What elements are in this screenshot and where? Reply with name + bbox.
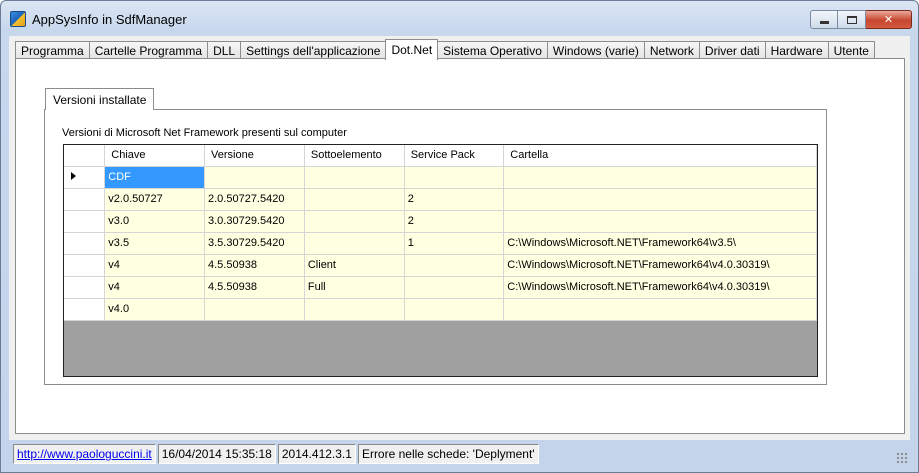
resize-grip-icon[interactable] bbox=[896, 452, 908, 464]
header-row: Chiave Versione Sottoelemento Service Pa… bbox=[64, 145, 817, 167]
corner-header[interactable] bbox=[64, 145, 106, 167]
cell-sottoelemento[interactable]: Client bbox=[304, 254, 405, 277]
cell-versione[interactable] bbox=[204, 298, 305, 321]
row-header[interactable] bbox=[64, 188, 106, 211]
cell-service-pack[interactable]: 2 bbox=[404, 188, 505, 211]
row-header[interactable] bbox=[64, 298, 106, 321]
cell-sottoelemento[interactable] bbox=[304, 232, 405, 255]
cell-service-pack[interactable]: 1 bbox=[404, 232, 505, 255]
cell-chiave[interactable]: v2.0.50727 bbox=[104, 188, 205, 211]
cell-service-pack[interactable] bbox=[404, 254, 505, 277]
column-header-versione[interactable]: Versione bbox=[204, 145, 305, 167]
tab-hardware[interactable]: Hardware bbox=[764, 41, 829, 59]
tab-cartelle-programma[interactable]: Cartelle Programma bbox=[88, 41, 209, 59]
status-website-link[interactable]: http://www.paologuccini.it bbox=[13, 444, 156, 464]
current-row-icon bbox=[71, 172, 76, 180]
tab-dll[interactable]: DLL bbox=[207, 41, 242, 59]
table-row[interactable]: v2.0.50727 2.0.50727.5420 2 bbox=[64, 188, 817, 211]
cell-service-pack[interactable] bbox=[404, 166, 505, 189]
window-title: AppSysInfo in SdfManager bbox=[32, 12, 187, 27]
row-header[interactable] bbox=[64, 210, 106, 233]
table-row[interactable]: v3.0 3.0.30729.5420 2 bbox=[64, 210, 817, 233]
table-row[interactable]: v4 4.5.50938 Full C:\Windows\Microsoft.N… bbox=[64, 276, 817, 299]
cell-service-pack[interactable] bbox=[404, 276, 505, 299]
cell-versione[interactable]: 4.5.50938 bbox=[204, 254, 305, 277]
table-row[interactable]: v4.0 bbox=[64, 298, 817, 321]
cell-versione[interactable] bbox=[204, 166, 305, 189]
cell-versione[interactable]: 3.5.30729.5420 bbox=[204, 232, 305, 255]
title-bar[interactable]: AppSysInfo in SdfManager ✕ bbox=[1, 1, 918, 35]
cell-chiave[interactable]: v4.0 bbox=[104, 298, 205, 321]
cell-chiave[interactable]: v4 bbox=[104, 276, 205, 299]
table-row[interactable]: v3.5 3.5.30729.5420 1 C:\Windows\Microso… bbox=[64, 232, 817, 255]
tab-programma[interactable]: Programma bbox=[15, 41, 90, 59]
column-header-service-pack[interactable]: Service Pack bbox=[404, 145, 505, 167]
cell-sottoelemento[interactable] bbox=[304, 210, 405, 233]
tab-windows-varie[interactable]: Windows (varie) bbox=[546, 41, 645, 59]
minimize-button[interactable] bbox=[810, 10, 838, 29]
row-header[interactable] bbox=[64, 254, 106, 277]
tab-utente[interactable]: Utente bbox=[827, 41, 875, 59]
tab-settings[interactable]: Settings dell'applicazione bbox=[240, 41, 387, 59]
column-header-cartella[interactable]: Cartella bbox=[503, 145, 817, 167]
tab-versioni-installate[interactable]: Versioni installate bbox=[45, 88, 155, 110]
cell-chiave[interactable]: v4 bbox=[104, 254, 205, 277]
tab-network[interactable]: Network bbox=[643, 41, 700, 59]
cell-chiave[interactable]: v3.0 bbox=[104, 210, 205, 233]
tab-driver-dati[interactable]: Driver dati bbox=[698, 41, 766, 59]
status-version: 2014.412.3.1 bbox=[277, 444, 356, 464]
cell-cartella[interactable]: C:\Windows\Microsoft.NET\Framework64\v4.… bbox=[503, 276, 817, 299]
row-header[interactable] bbox=[64, 166, 106, 189]
cell-cartella[interactable] bbox=[503, 298, 817, 321]
cell-versione[interactable]: 2.0.50727.5420 bbox=[204, 188, 305, 211]
app-window: AppSysInfo in SdfManager ✕ Programma Car… bbox=[0, 0, 919, 473]
dotnet-tab-page: Versioni installate Versioni di Microsof… bbox=[15, 58, 905, 434]
app-icon[interactable] bbox=[10, 11, 26, 27]
cell-service-pack[interactable] bbox=[404, 298, 505, 321]
cell-chiave[interactable]: CDF bbox=[104, 166, 205, 189]
close-icon: ✕ bbox=[883, 14, 894, 26]
close-button[interactable]: ✕ bbox=[866, 10, 912, 29]
grid-caption: Versioni di Microsoft Net Framework pres… bbox=[62, 127, 347, 139]
status-datetime: 16/04/2014 15:35:18 bbox=[157, 444, 276, 464]
cell-sottoelemento[interactable] bbox=[304, 166, 405, 189]
cell-chiave[interactable]: v3.5 bbox=[104, 232, 205, 255]
row-header[interactable] bbox=[64, 276, 106, 299]
versioni-tab-page: Versioni di Microsoft Net Framework pres… bbox=[44, 109, 827, 385]
client-area: Programma Cartelle Programma DLL Setting… bbox=[9, 36, 910, 440]
table-row[interactable]: v4 4.5.50938 Client C:\Windows\Microsoft… bbox=[64, 254, 817, 277]
versions-table: Chiave Versione Sottoelemento Service Pa… bbox=[64, 145, 817, 321]
minimize-icon bbox=[819, 21, 829, 24]
column-header-chiave[interactable]: Chiave bbox=[104, 145, 205, 167]
cell-service-pack[interactable]: 2 bbox=[404, 210, 505, 233]
cell-cartella[interactable] bbox=[503, 166, 817, 189]
cell-cartella[interactable]: C:\Windows\Microsoft.NET\Framework64\v4.… bbox=[503, 254, 817, 277]
cell-versione[interactable]: 4.5.50938 bbox=[204, 276, 305, 299]
cell-cartella[interactable] bbox=[503, 210, 817, 233]
cell-versione[interactable]: 3.0.30729.5420 bbox=[204, 210, 305, 233]
cell-cartella[interactable]: C:\Windows\Microsoft.NET\Framework64\v3.… bbox=[503, 232, 817, 255]
column-header-sottoelemento[interactable]: Sottoelemento bbox=[304, 145, 405, 167]
cell-cartella[interactable] bbox=[503, 188, 817, 211]
tab-sistema-operativo[interactable]: Sistema Operativo bbox=[437, 41, 548, 59]
maximize-icon bbox=[846, 15, 857, 24]
tab-dotnet[interactable]: Dot.Net bbox=[385, 39, 439, 60]
cell-sottoelemento[interactable] bbox=[304, 298, 405, 321]
cell-sottoelemento[interactable] bbox=[304, 188, 405, 211]
main-tabstrip: Programma Cartelle Programma DLL Setting… bbox=[15, 39, 875, 60]
table-row[interactable]: CDF bbox=[64, 166, 817, 189]
versions-grid[interactable]: Chiave Versione Sottoelemento Service Pa… bbox=[63, 144, 818, 377]
inner-tabstrip: Versioni installate bbox=[45, 88, 155, 110]
row-header[interactable] bbox=[64, 232, 106, 255]
cell-sottoelemento[interactable]: Full bbox=[304, 276, 405, 299]
maximize-button[interactable] bbox=[838, 10, 866, 29]
window-controls: ✕ bbox=[810, 10, 912, 30]
status-message: Errore nelle schede: 'Deplyment' bbox=[357, 444, 539, 464]
status-bar: http://www.paologuccini.it 16/04/2014 15… bbox=[9, 442, 910, 466]
